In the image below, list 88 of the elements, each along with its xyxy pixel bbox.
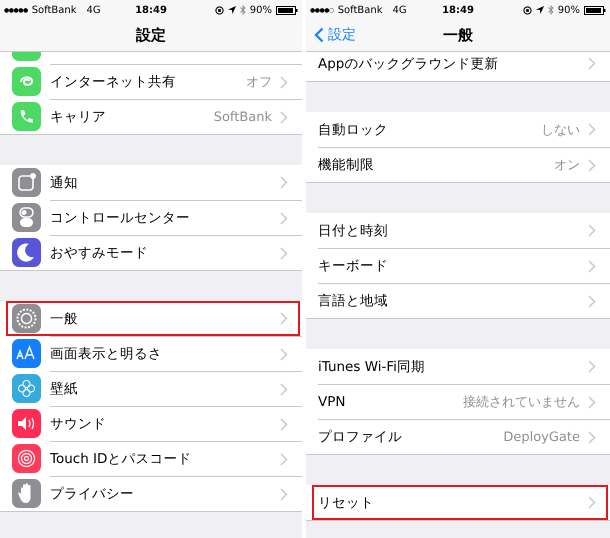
chevron-icon xyxy=(588,496,596,509)
settings-row[interactable]: 一般 xyxy=(6,301,300,336)
row-label: プライバシー xyxy=(50,485,134,503)
row-label: Appのバックグラウンド更新 xyxy=(318,54,498,72)
chevron-icon xyxy=(588,224,596,237)
settings-row[interactable]: キャリア SoftBank xyxy=(0,99,302,134)
row-value: DeployGate xyxy=(503,430,580,444)
chevron-icon xyxy=(280,348,288,360)
row-label: 画面表示と明るさ xyxy=(50,345,162,363)
settings-row[interactable]: コントロールセンター xyxy=(0,200,302,235)
chevron-icon xyxy=(588,396,596,408)
settings-row[interactable]: 壁紙 xyxy=(0,371,302,406)
row-label: 日付と時刻 xyxy=(318,222,388,240)
nav-title: 一般 xyxy=(443,26,473,45)
row-value: SoftBank xyxy=(214,110,272,124)
location-arrow-icon xyxy=(228,6,236,14)
network-type: 4G xyxy=(392,4,407,16)
row-label: プロファイル xyxy=(318,428,402,446)
chevron-icon xyxy=(280,488,288,500)
chevron-icon xyxy=(280,382,288,396)
bluetooth-icon xyxy=(548,5,554,15)
battery-percent: 90% xyxy=(558,4,580,16)
chevron-icon xyxy=(280,452,288,466)
back-button[interactable]: 設定 xyxy=(312,24,358,46)
battery-icon xyxy=(584,6,606,14)
row-label: 通知 xyxy=(50,174,78,192)
row-label: おやすみモード xyxy=(50,244,148,262)
network-type: 4G xyxy=(86,4,101,16)
row-label: コントロールセンター xyxy=(50,209,190,227)
settings-row[interactable]: Appのバックグラウンド更新 xyxy=(306,52,610,81)
row-label: 一般 xyxy=(50,310,78,328)
carrier-name: SoftBank xyxy=(338,4,383,16)
settings-row[interactable]: iTunes Wi-Fi同期 xyxy=(306,349,610,384)
row-value: オフ xyxy=(246,74,272,91)
chevron-icon xyxy=(588,57,596,70)
row-label: 壁紙 xyxy=(50,380,78,398)
settings-row[interactable]: 自動ロック しない xyxy=(306,112,610,147)
row-label: VPN xyxy=(318,394,346,410)
settings-row[interactable]: VPN 接続されていません xyxy=(306,384,610,419)
chevron-icon xyxy=(280,246,288,260)
battery-percent: 90% xyxy=(250,4,272,16)
row-label: サウンド xyxy=(50,415,106,433)
settings-row[interactable]: インターネット共有 オフ xyxy=(0,64,302,99)
row-label: キャリア xyxy=(50,108,106,126)
rotation-lock-icon xyxy=(214,6,224,14)
row-value: オン xyxy=(554,157,580,174)
back-chevron-icon xyxy=(314,27,324,43)
chevron-icon xyxy=(280,76,288,88)
settings-row[interactable]: 通知 xyxy=(0,165,302,200)
chevron-icon xyxy=(588,123,596,136)
settings-row[interactable]: Touch IDとパスコード xyxy=(0,441,302,476)
row-value: しない xyxy=(541,122,580,138)
settings-row[interactable]: サウンド xyxy=(0,406,302,441)
chevron-icon xyxy=(588,294,596,308)
row-label: インターネット共有 xyxy=(50,73,176,91)
settings-row[interactable]: プライバシー xyxy=(0,476,302,511)
row-value: 接続されていません xyxy=(463,394,580,411)
row-label: キーボード xyxy=(318,257,388,275)
row-label: Touch IDとパスコード xyxy=(50,450,192,468)
chevron-icon xyxy=(280,176,288,189)
settings-row[interactable]: キーボード xyxy=(306,248,610,283)
settings-row[interactable]: プロファイル DeployGate xyxy=(306,419,610,454)
clock-time: 18:49 xyxy=(442,4,474,16)
chevron-icon xyxy=(588,430,596,444)
nav-title: 設定 xyxy=(136,26,166,45)
settings-row[interactable]: 画面表示と明るさ xyxy=(0,336,302,371)
chevron-icon xyxy=(588,158,596,172)
chevron-icon xyxy=(280,212,288,224)
chevron-icon xyxy=(280,110,288,124)
chevron-icon xyxy=(280,418,288,430)
row-label: 自動ロック xyxy=(318,120,388,138)
settings-row[interactable]: 機能制限 オン xyxy=(306,147,610,182)
chevron-icon xyxy=(588,260,596,272)
settings-row[interactable]: おやすみモード xyxy=(0,235,302,270)
bluetooth-icon xyxy=(240,5,246,15)
row-label: リセット xyxy=(318,494,374,512)
carrier-name: SoftBank xyxy=(32,4,77,16)
row-label: 言語と地域 xyxy=(318,292,388,310)
location-arrow-icon xyxy=(536,6,544,14)
row-label: iTunes Wi-Fi同期 xyxy=(318,358,425,376)
chevron-icon xyxy=(588,360,596,373)
battery-icon xyxy=(276,6,298,14)
row-label: 機能制限 xyxy=(318,156,374,174)
rotation-lock-icon xyxy=(522,6,532,14)
clock-time: 18:49 xyxy=(135,4,167,16)
settings-row[interactable]: 言語と地域 xyxy=(306,283,610,318)
settings-row[interactable]: 日付と時刻 xyxy=(306,213,610,248)
chevron-icon xyxy=(280,312,288,325)
